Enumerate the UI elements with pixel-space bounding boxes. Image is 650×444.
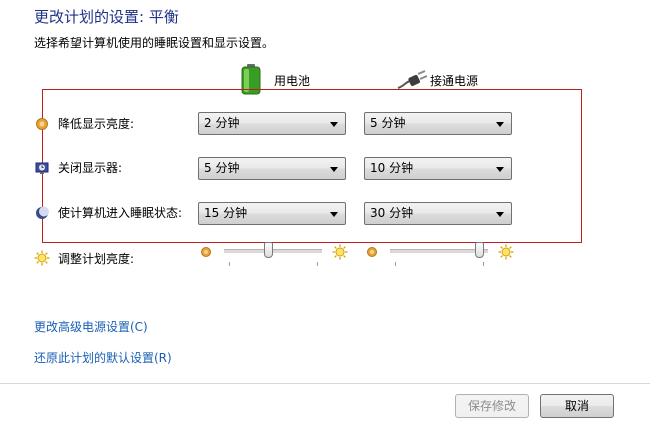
display-off-battery-value: 5 分钟 [204, 161, 240, 175]
brightness-ac-slider-thumb[interactable] [475, 242, 484, 258]
slider-tick [229, 262, 230, 266]
dim-display-ac-select[interactable]: 5 分钟 [364, 112, 512, 135]
advanced-power-settings-link[interactable]: 更改高级电源设置(C) [34, 318, 148, 335]
save-changes-button[interactable]: 保存修改 [455, 394, 529, 418]
dim-display-battery-value: 2 分钟 [204, 116, 240, 130]
brightness-sun-icon [34, 250, 50, 266]
chevron-down-icon [330, 167, 338, 172]
brightness-ac-slider[interactable] [390, 249, 488, 254]
sleep-battery-value: 15 分钟 [204, 206, 248, 220]
row-label-display-off: 关闭显示器: [58, 161, 123, 175]
footer-divider [0, 383, 650, 384]
row-label-dim-display: 降低显示亮度: [58, 117, 135, 131]
display-off-icon [35, 162, 49, 174]
brightness-bright-icon [498, 244, 514, 260]
brightness-dim-icon [201, 247, 211, 257]
dim-display-ac-value: 5 分钟 [370, 116, 406, 130]
slider-tick [317, 262, 318, 266]
brightness-battery-slider[interactable] [224, 249, 322, 254]
dim-display-icon [36, 118, 48, 130]
slider-tick [395, 262, 396, 266]
chevron-down-icon [496, 167, 504, 172]
cancel-button[interactable]: 取消 [540, 394, 614, 418]
dim-display-battery-select[interactable]: 2 分钟 [198, 112, 346, 135]
brightness-battery-slider-thumb[interactable] [264, 242, 273, 258]
chevron-down-icon [496, 212, 504, 217]
sleep-battery-select[interactable]: 15 分钟 [198, 202, 346, 225]
chevron-down-icon [330, 212, 338, 217]
chevron-down-icon [330, 122, 338, 127]
display-off-battery-select[interactable]: 5 分钟 [198, 157, 346, 180]
sleep-icon [36, 206, 49, 219]
display-off-ac-select[interactable]: 10 分钟 [364, 157, 512, 180]
sleep-ac-select[interactable]: 30 分钟 [364, 202, 512, 225]
page-title: 更改计划的设置: 平衡 [34, 8, 179, 26]
brightness-label: 调整计划亮度: [58, 252, 135, 266]
restore-defaults-link[interactable]: 还原此计划的默认设置(R) [34, 349, 172, 366]
brightness-dim-icon [367, 247, 377, 257]
slider-tick [483, 262, 484, 266]
sleep-ac-value: 30 分钟 [370, 206, 414, 220]
page-subtitle: 选择希望计算机使用的睡眠设置和显示设置。 [34, 36, 275, 50]
row-label-sleep: 使计算机进入睡眠状态: [58, 206, 183, 220]
chevron-down-icon [496, 122, 504, 127]
brightness-bright-icon [332, 244, 348, 260]
display-off-ac-value: 10 分钟 [370, 161, 414, 175]
